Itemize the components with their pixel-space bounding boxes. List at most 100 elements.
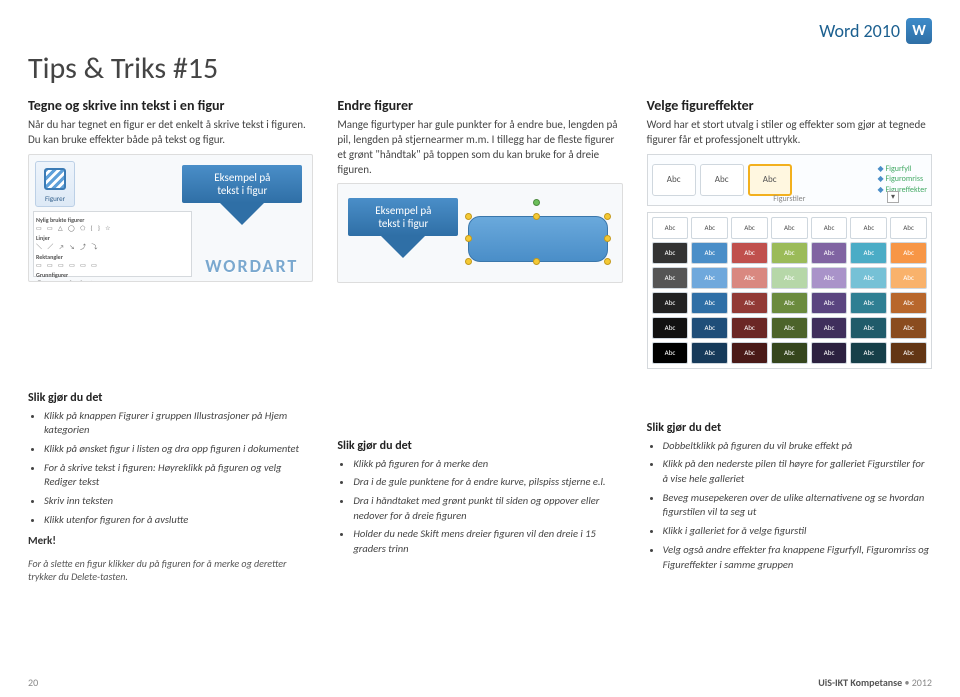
figuromriss-button[interactable]: Figuromriss — [878, 174, 927, 184]
callout-line: tekst i figur — [352, 217, 454, 230]
col2-heading: Endre figurer — [337, 97, 622, 114]
gallery-chip[interactable]: Abc — [771, 292, 808, 314]
gallery-chip[interactable]: Abc — [691, 292, 728, 314]
adjust-handle-icon[interactable] — [465, 235, 472, 242]
gallery-chip[interactable]: Abc — [652, 292, 689, 314]
step-item: Beveg musepekeren over de ulike alternat… — [663, 491, 932, 520]
shapes-group-lines: Linjer — [36, 234, 189, 242]
how1-title: Slik gjør du det — [28, 391, 313, 405]
step-item: Klikk på den nederste pilen til høyre fo… — [663, 457, 932, 486]
step-item: Dobbeltklikk på figuren du vil bruke eff… — [663, 439, 932, 454]
style-chip-selected[interactable]: Abc — [748, 164, 792, 196]
resize-handle-icon[interactable] — [604, 213, 611, 220]
step-item: Klikk utenfor figuren for å avslutte — [44, 513, 313, 528]
step-item: For å skrive tekst i figuren: Høyreklikk… — [44, 461, 313, 490]
gallery-chip[interactable]: Abc — [890, 342, 927, 364]
step-item: Klikk på knappen Figurer i gruppen Illus… — [44, 409, 313, 438]
gallery-chip[interactable]: Abc — [691, 342, 728, 364]
shape-style-gallery[interactable]: AbcAbcAbcAbcAbcAbcAbcAbcAbcAbcAbcAbcAbcA… — [647, 212, 932, 369]
gallery-chip[interactable]: Abc — [731, 267, 768, 289]
gallery-chip[interactable]: Abc — [691, 267, 728, 289]
shapes-row[interactable]: ▭ ▭ △ ◯ ⬠ { } ☆ — [36, 224, 189, 232]
gallery-chip[interactable]: Abc — [771, 242, 808, 264]
note-heading: Merk! — [28, 534, 313, 547]
callout-line: Eksempel på — [352, 204, 454, 217]
gallery-chip[interactable]: Abc — [652, 342, 689, 364]
gallery-chip[interactable]: Abc — [811, 292, 848, 314]
resize-handle-icon[interactable] — [465, 213, 472, 220]
style-chip[interactable]: Abc — [700, 164, 744, 196]
figurer-button[interactable]: Figurer — [35, 161, 75, 207]
product-label: Word 2010 — [819, 20, 900, 42]
gallery-chip[interactable]: Abc — [731, 342, 768, 364]
gallery-chip[interactable]: Abc — [811, 242, 848, 264]
shapes-group-rect: Rektangler — [36, 253, 189, 261]
col2-thumbnail: Eksempel på tekst i figur — [337, 183, 622, 283]
gallery-chip[interactable]: Abc — [850, 292, 887, 314]
rounded-rect-shape[interactable] — [468, 216, 608, 262]
col2-body: Mange figurtyper har gule punkter for å … — [337, 118, 622, 177]
shapes-row[interactable]: ▭ ▭ ▭ ▭ ▭ ▭ — [36, 261, 189, 269]
shape-styles-ribbon: Abc Abc Abc Figurfyll Figuromriss Figure… — [647, 154, 932, 206]
shapes-group-basic: Grunnfigurer — [36, 271, 189, 279]
how2-list: Klikk på figuren for å merke den Dra i de… — [337, 457, 622, 557]
gallery-chip[interactable]: Abc — [890, 292, 927, 314]
adjust-handle-icon[interactable] — [604, 235, 611, 242]
step-item: Dra i håndtaket med grønt punkt til side… — [353, 494, 622, 523]
style-chip[interactable]: Abc — [652, 164, 696, 196]
gallery-chip[interactable]: Abc — [850, 342, 887, 364]
gallery-chip[interactable]: Abc — [731, 217, 768, 239]
figurfyll-button[interactable]: Figurfyll — [878, 164, 927, 174]
gallery-chip[interactable]: Abc — [771, 342, 808, 364]
how1-list: Klikk på knappen Figurer i gruppen Illus… — [28, 409, 313, 528]
step-item: Klikk på figuren for å merke den — [353, 457, 622, 472]
gallery-chip[interactable]: Abc — [691, 317, 728, 339]
gallery-expand-icon[interactable]: ▾ — [887, 191, 899, 203]
resize-handle-icon[interactable] — [604, 258, 611, 265]
adjust-handle-icon[interactable] — [533, 258, 540, 265]
rotate-handle-icon[interactable] — [533, 199, 540, 206]
page-title: Tips & Triks #15 — [28, 50, 932, 87]
col1-body: Når du har tegnet en figur er det enkelt… — [28, 118, 313, 148]
gallery-chip[interactable]: Abc — [811, 342, 848, 364]
step-item: Holder du nede Skift mens dreier figuren… — [353, 527, 622, 556]
shapes-row[interactable]: ◯ △ ◇ ⬠ ⬡ ☆ ☁ — [36, 279, 189, 282]
gallery-chip[interactable]: Abc — [652, 242, 689, 264]
how2-title: Slik gjør du det — [337, 439, 622, 453]
gallery-chip[interactable]: Abc — [652, 317, 689, 339]
gallery-chip[interactable]: Abc — [771, 317, 808, 339]
gallery-chip[interactable]: Abc — [890, 267, 927, 289]
shapes-flyout[interactable]: Nylig brukte figurer ▭ ▭ △ ◯ ⬠ { } ☆ Lin… — [33, 211, 192, 277]
step-item: Skriv inn teksten — [44, 494, 313, 509]
gallery-chip[interactable]: Abc — [850, 317, 887, 339]
gallery-chip[interactable]: Abc — [850, 242, 887, 264]
gallery-chip[interactable]: Abc — [850, 267, 887, 289]
page-number: 20 — [28, 676, 38, 689]
step-item: Dra i de gule punktene for å endre kurve… — [353, 475, 622, 490]
resize-handle-icon[interactable] — [465, 258, 472, 265]
how3-title: Slik gjør du det — [647, 421, 932, 435]
note-body: For å slette en figur klikker du på figu… — [28, 557, 313, 583]
gallery-chip[interactable]: Abc — [731, 292, 768, 314]
figureffekter-button[interactable]: Figureffekter — [878, 185, 927, 195]
callout-line: tekst i figur — [186, 184, 298, 197]
adjust-handle-icon[interactable] — [533, 213, 540, 220]
col3-body: Word har et stort utvalg i stiler og eff… — [647, 118, 932, 148]
gallery-chip[interactable]: Abc — [691, 242, 728, 264]
gallery-chip[interactable]: Abc — [890, 317, 927, 339]
gallery-chip[interactable]: Abc — [691, 217, 728, 239]
gallery-chip[interactable]: Abc — [731, 242, 768, 264]
gallery-chip[interactable]: Abc — [731, 317, 768, 339]
gallery-chip[interactable]: Abc — [771, 217, 808, 239]
gallery-chip[interactable]: Abc — [890, 217, 927, 239]
gallery-chip[interactable]: Abc — [850, 217, 887, 239]
gallery-chip[interactable]: Abc — [771, 267, 808, 289]
gallery-chip[interactable]: Abc — [652, 217, 689, 239]
gallery-chip[interactable]: Abc — [811, 317, 848, 339]
gallery-chip[interactable]: Abc — [811, 267, 848, 289]
shape-options[interactable]: Figurfyll Figuromriss Figureffekter — [878, 164, 927, 195]
gallery-chip[interactable]: Abc — [652, 267, 689, 289]
shapes-row[interactable]: ＼ ／ ↗ ↘ ⤴ ⤵ — [36, 242, 189, 251]
gallery-chip[interactable]: Abc — [890, 242, 927, 264]
gallery-chip[interactable]: Abc — [811, 217, 848, 239]
